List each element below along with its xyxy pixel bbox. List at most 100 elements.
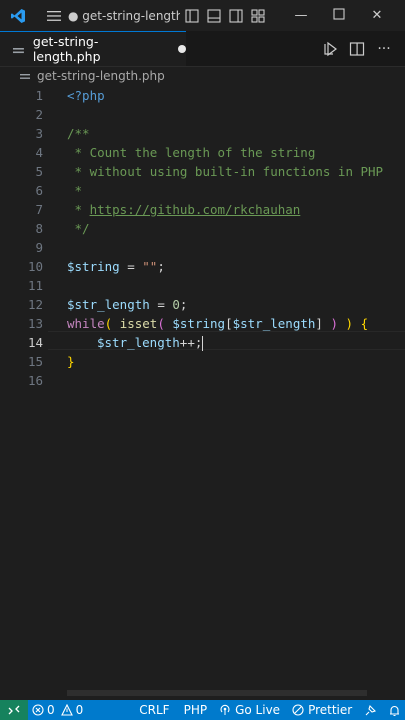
go-live-label: Go Live — [235, 703, 281, 717]
unsaved-indicator-icon[interactable] — [178, 45, 187, 53]
code-line: 9 — [0, 238, 405, 257]
tab-bar: get-string-length.php ··· — [0, 31, 405, 67]
menu-icon[interactable] — [44, 6, 64, 26]
line-number: 3 — [35, 126, 43, 141]
language-mode[interactable]: PHP — [184, 703, 208, 717]
operator: = — [149, 297, 173, 312]
error-count: 0 — [47, 703, 55, 717]
semicolon: ; — [179, 297, 188, 312]
brace: } — [67, 354, 75, 369]
line-number: 4 — [35, 145, 43, 160]
toggle-primary-sidebar-icon[interactable] — [182, 6, 202, 26]
prettier-icon — [292, 704, 304, 716]
variable: $str_length — [97, 335, 180, 350]
open-preview-icon[interactable] — [320, 39, 340, 59]
maximize-icon[interactable] — [328, 7, 350, 24]
github-link[interactable]: https://github.com/rkchauhan — [90, 202, 301, 217]
line-number: 7 — [35, 202, 43, 217]
comment-text: * — [67, 183, 83, 198]
keyword: while — [67, 316, 105, 331]
comment-text: */ — [67, 221, 90, 236]
code-line: 16 — [0, 371, 405, 390]
line-number: 9 — [35, 240, 43, 255]
code-line: 15 } — [0, 352, 405, 371]
line-number: 12 — [27, 297, 43, 312]
bracket: ] — [315, 316, 323, 331]
operator: ++; — [179, 335, 203, 350]
title-bar: ● get-string-length... — ✕ — [0, 0, 405, 31]
line-number: 16 — [27, 373, 43, 388]
code-line: 1 <?php — [0, 86, 405, 105]
code-line: 3 /** — [0, 124, 405, 143]
string-literal: "" — [142, 259, 158, 274]
window-title: ● get-string-length... — [68, 8, 180, 23]
line-number: 14 — [27, 335, 43, 350]
prettier-label: Prettier — [308, 703, 353, 717]
code-line: 14 $str_length++; — [0, 333, 405, 352]
eol-indicator[interactable]: CRLF — [139, 703, 169, 717]
line-number: 13 — [27, 316, 43, 331]
close-window-icon[interactable]: ✕ — [366, 8, 388, 23]
code-line: 4 * Count the length of the string — [0, 143, 405, 162]
number-literal: 0 — [172, 297, 180, 312]
php-open-tag: <?php — [67, 88, 105, 103]
function-name: isset — [112, 316, 158, 331]
code-line: 10 $string = ""; — [0, 257, 405, 276]
go-live-button[interactable]: Go Live — [219, 703, 280, 717]
line-number: 10 — [27, 259, 43, 274]
toggle-panel-icon[interactable] — [204, 6, 224, 26]
comment-text: * Count the length of the string — [67, 145, 316, 160]
breadcrumb-file[interactable]: get-string-length.php — [37, 69, 165, 83]
paren: ) — [322, 316, 338, 331]
text-cursor — [202, 336, 204, 351]
more-actions-icon[interactable]: ··· — [374, 39, 394, 59]
variable: $str_length — [67, 297, 150, 312]
code-line: 5 * without using built-in functions in … — [0, 162, 405, 181]
variable: $str_length — [232, 316, 316, 331]
customize-layout-icon[interactable] — [248, 6, 268, 26]
minimize-icon[interactable]: — — [290, 8, 312, 23]
code-line: 12 $str_length = 0; — [0, 295, 405, 314]
line-number: 8 — [35, 221, 43, 236]
problems-indicator[interactable]: 0 0 — [32, 703, 83, 717]
code-line: 6 * — [0, 181, 405, 200]
paren: ( — [157, 316, 165, 331]
paren: ) — [338, 316, 354, 331]
comment-text: /** — [67, 126, 90, 141]
bracket: [ — [225, 316, 233, 331]
feedback-icon[interactable] — [364, 703, 378, 717]
code-line: 11 — [0, 276, 405, 295]
horizontal-scrollbar[interactable] — [67, 690, 367, 696]
warning-count: 0 — [75, 703, 84, 717]
variable: $string — [67, 259, 120, 274]
vscode-logo-icon — [8, 6, 28, 26]
brace: { — [353, 316, 369, 331]
line-number: 15 — [27, 354, 43, 369]
line-number: 11 — [27, 278, 43, 293]
error-icon — [32, 704, 44, 716]
tab-get-string-length[interactable]: get-string-length.php — [0, 31, 187, 66]
warning-icon — [60, 704, 73, 716]
broadcast-icon — [220, 704, 230, 715]
line-number: 6 — [35, 183, 43, 198]
semicolon: ; — [157, 259, 165, 274]
php-file-icon — [20, 74, 30, 79]
variable: $string — [164, 316, 226, 331]
code-line: 7 * https://github.com/rkchauhan — [0, 200, 405, 219]
remote-indicator-icon[interactable] — [0, 700, 28, 720]
code-line: 2 — [0, 105, 405, 124]
line-number: 2 — [35, 107, 43, 122]
code-editor[interactable]: 1 <?php 2 3 /** 4 * Count the length of … — [0, 86, 405, 686]
php-file-icon — [12, 48, 24, 54]
comment-text: * — [67, 202, 90, 217]
line-number: 5 — [35, 164, 43, 179]
split-editor-icon[interactable] — [347, 39, 367, 59]
status-bar: 0 0 CRLF PHP Go Live Prettier — [0, 700, 405, 720]
tab-label: get-string-length.php — [32, 34, 101, 64]
comment-text: * without using built-in functions in PH… — [67, 164, 384, 179]
toggle-secondary-sidebar-icon[interactable] — [226, 6, 246, 26]
prettier-button[interactable]: Prettier — [292, 703, 352, 717]
code-line: 13 while( isset( $string[$str_length] ) … — [0, 314, 405, 333]
breadcrumb[interactable]: get-string-length.php — [0, 66, 405, 86]
notifications-bell-icon[interactable] — [388, 704, 401, 717]
